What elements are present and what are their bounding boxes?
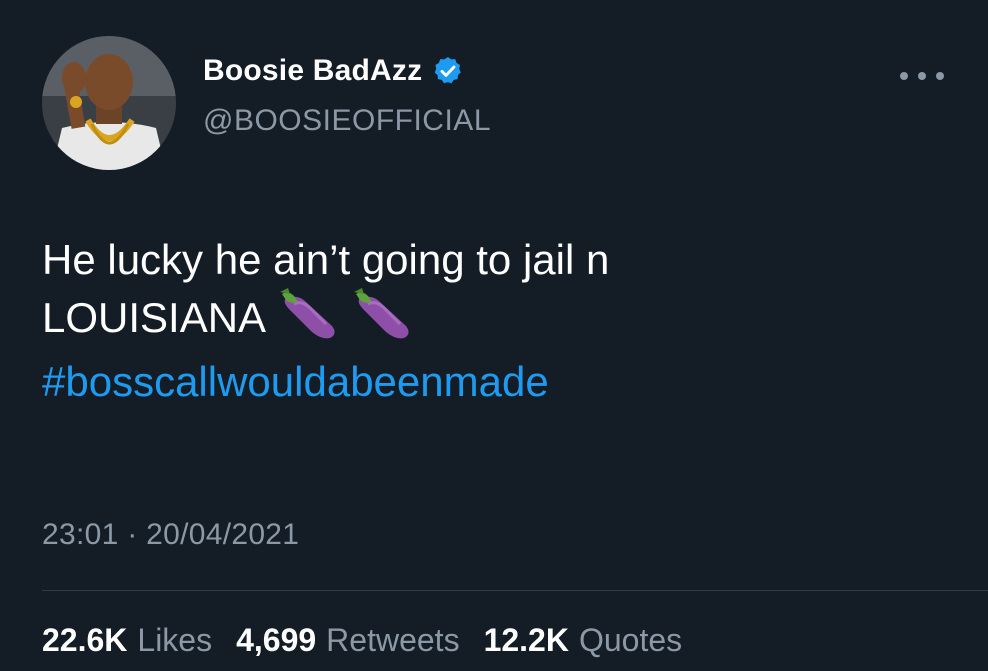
dot (936, 72, 944, 80)
tweet-card: Boosie BadAzz @BOOSIEOFFICIAL He lucky h… (0, 0, 988, 671)
retweets-stat[interactable]: 4,699 Retweets (236, 622, 459, 659)
retweets-count: 4,699 (236, 622, 317, 658)
quotes-count: 12.2K (483, 622, 569, 658)
retweets-label: Retweets (326, 622, 460, 658)
divider (42, 590, 988, 591)
tweet-line-2-text: LOUISIANA (42, 294, 267, 342)
more-options-icon[interactable] (900, 62, 944, 90)
hashtag-link[interactable]: #bosscallwouldabeenmade (42, 354, 942, 410)
tweet-timestamp[interactable]: 23:01 · 20/04/2021 (42, 518, 299, 552)
tweet-line-1: He lucky he ain’t going to jail n (42, 236, 610, 283)
likes-stat[interactable]: 22.6K Likes (42, 622, 212, 659)
likes-count: 22.6K (42, 622, 128, 658)
likes-label: Likes (137, 622, 213, 658)
quotes-stat[interactable]: 12.2K Quotes (484, 622, 683, 659)
verified-badge-icon (432, 55, 464, 87)
tweet-text: He lucky he ain’t going to jail n LOUISI… (42, 232, 942, 410)
name-row: Boosie BadAzz (203, 54, 464, 88)
dot (918, 72, 926, 80)
engagement-stats: 22.6K Likes 4,699 Retweets 12.2K Quotes (42, 622, 682, 659)
dot (900, 72, 908, 80)
avatar[interactable] (42, 36, 176, 170)
eggplant-icon (354, 288, 414, 354)
user-handle[interactable]: @BOOSIEOFFICIAL (203, 104, 491, 138)
eggplant-icon (280, 288, 340, 354)
tweet-line-2: LOUISIANA (42, 288, 942, 354)
quotes-label: Quotes (578, 622, 683, 658)
display-name[interactable]: Boosie BadAzz (203, 54, 422, 88)
